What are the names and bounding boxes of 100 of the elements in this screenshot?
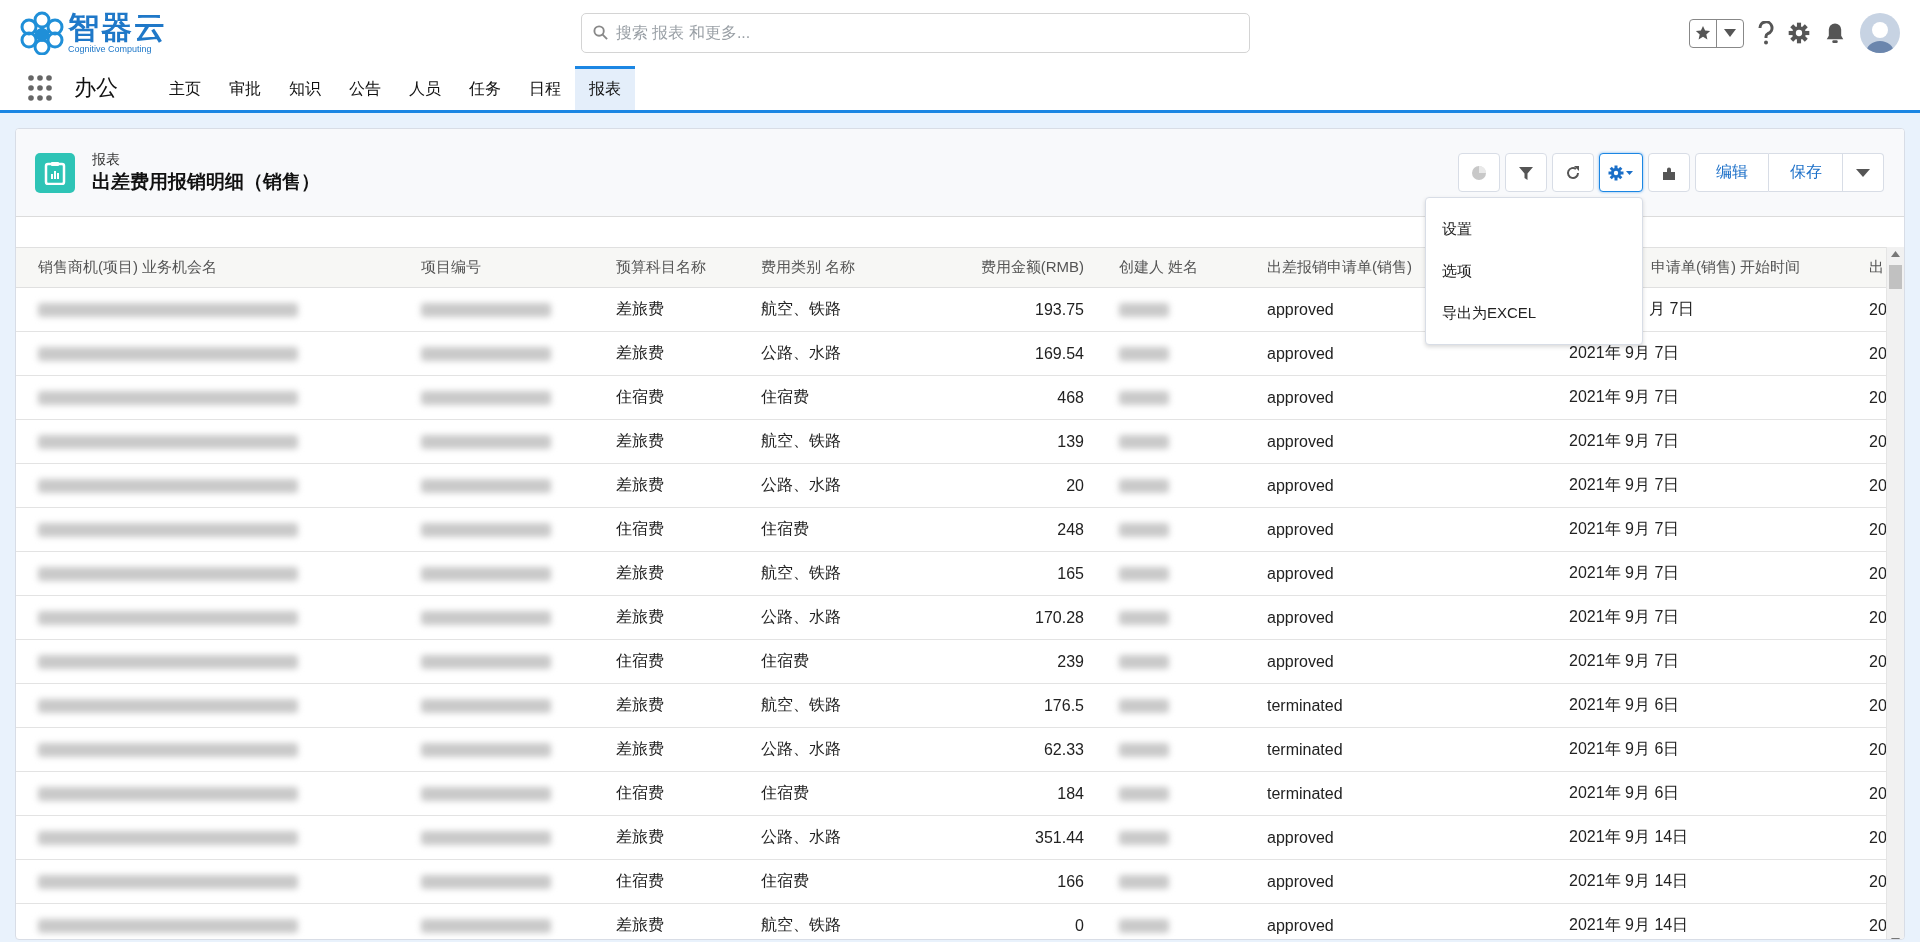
- table-cell-text: approved: [1266, 432, 1334, 451]
- scrollbar-thumb[interactable]: [1889, 265, 1902, 289]
- table-cell-text: 2021年 9月 14日: [1568, 827, 1689, 847]
- filter-button[interactable]: [1505, 153, 1547, 192]
- search-field[interactable]: 搜索 报表 和更多...: [581, 13, 1250, 53]
- blurred-text: [1119, 787, 1169, 802]
- menu-item[interactable]: 导出为EXCEL: [1426, 292, 1642, 334]
- blurred-text: [1119, 523, 1169, 538]
- table-cell-text: 住宿费: [615, 651, 664, 671]
- table-cell-text: approved: [1266, 652, 1334, 671]
- table-cell-text: 公路、水路: [760, 475, 841, 495]
- column-header[interactable]: 费用类别 名称: [739, 247, 883, 288]
- logo-name: 智器云: [68, 11, 167, 44]
- table-cell-text: 2021年 9月 7日: [1568, 563, 1680, 583]
- table-cell-text: approved: [1266, 916, 1334, 935]
- app-launcher-icon[interactable]: [28, 75, 52, 101]
- caret-icon: [1856, 168, 1870, 177]
- table-cell-text: 20: [1868, 696, 1887, 715]
- nav-tab[interactable]: 知识: [275, 66, 335, 110]
- pie-chart-icon: [1471, 164, 1487, 181]
- help-button[interactable]: [1758, 21, 1774, 45]
- table-cell-text: 20: [1868, 300, 1887, 319]
- action-button[interactable]: 编辑: [1695, 153, 1769, 192]
- settings-button[interactable]: [1599, 153, 1643, 192]
- table-cell-text: 公路、水路: [760, 739, 841, 759]
- avatar[interactable]: [1860, 13, 1900, 53]
- nav-tab[interactable]: 审批: [215, 66, 275, 110]
- table-cell-text: 住宿费: [615, 519, 664, 539]
- blurred-text: [1119, 699, 1169, 714]
- table-cell-text: 170.28: [1035, 608, 1085, 627]
- menu-item[interactable]: 设置: [1426, 208, 1642, 250]
- table-cell-text: 住宿费: [760, 651, 809, 671]
- table-cell-text: 差旅费: [615, 739, 664, 759]
- column-header[interactable]: 出: [1847, 247, 1887, 288]
- table-cell-text: 193.75: [1035, 300, 1085, 319]
- nav-tab[interactable]: 报表: [575, 66, 635, 110]
- refresh-button[interactable]: [1552, 153, 1594, 192]
- more-actions-button[interactable]: [1843, 153, 1884, 192]
- favorites-button[interactable]: [1689, 18, 1744, 48]
- table-cell-text: 2021年 9月 7日: [1568, 431, 1680, 451]
- blurred-text: [1119, 303, 1169, 318]
- column-header[interactable]: 销售商机(项目) 业务机会名: [16, 247, 399, 288]
- search-icon: [593, 25, 608, 40]
- column-header[interactable]: 创建人 姓名: [1097, 247, 1245, 288]
- table-cell-text: 248: [1057, 520, 1085, 539]
- caret-icon: [1724, 29, 1736, 37]
- table-cell-text: approved: [1266, 388, 1334, 407]
- table-cell-text: 2021年 9月 7日: [1568, 607, 1680, 627]
- filter-icon: [1518, 164, 1534, 181]
- column-header[interactable]: 项目编号: [399, 247, 594, 288]
- settings-button[interactable]: [1788, 22, 1810, 44]
- table-cell-text: 2021年 9月 6日: [1568, 695, 1680, 715]
- scroll-up-icon[interactable]: [1891, 251, 1900, 257]
- widget-button[interactable]: [1648, 153, 1690, 192]
- table-cell-text: approved: [1266, 828, 1334, 847]
- table-cell-text: 住宿费: [760, 519, 809, 539]
- logo-tagline: Cognitive Computing: [68, 43, 153, 55]
- table-cell-text: 20: [1868, 344, 1887, 363]
- star-icon: [1695, 25, 1711, 41]
- table-cell-text: 139: [1057, 432, 1085, 451]
- table-cell-text: approved: [1266, 520, 1334, 539]
- table-cell-text: 166: [1057, 872, 1085, 891]
- table-cell-text: 20: [1868, 784, 1887, 803]
- table-cell-text: 20: [1868, 872, 1887, 891]
- table-cell-text: 航空、铁路: [760, 695, 841, 715]
- nav-tab[interactable]: 主页: [155, 66, 215, 110]
- table-cell-text: 2021年 9月 7日: [1568, 387, 1680, 407]
- table-cell-text: 2021年 9月 7日: [1568, 475, 1680, 495]
- table-cell-text: 351.44: [1035, 828, 1085, 847]
- scrollbar[interactable]: [1886, 247, 1904, 939]
- table-cell-text: 165: [1057, 564, 1085, 583]
- table-cell-text: terminated: [1266, 696, 1343, 715]
- table-cell-text: 差旅费: [615, 563, 664, 583]
- notifications-button[interactable]: [1824, 22, 1846, 44]
- table-cell-text: 2021年 9月 6日: [1568, 739, 1680, 759]
- table-cell-text: 航空、铁路: [760, 563, 841, 583]
- nav-tab[interactable]: 公告: [335, 66, 395, 110]
- column-header[interactable]: 费用金额(RMB): [883, 247, 1097, 288]
- nav-tab[interactable]: 人员: [395, 66, 455, 110]
- nav-tab[interactable]: 日程: [515, 66, 575, 110]
- nav-tab[interactable]: 任务: [455, 66, 515, 110]
- blurred-text: [1119, 347, 1169, 362]
- table-cell-text: 20: [1066, 476, 1085, 495]
- logo-icon: [20, 11, 64, 55]
- table-cell-text: 住宿费: [760, 387, 809, 407]
- table-cell-text: 公路、水路: [760, 343, 841, 363]
- action-button[interactable]: 保存: [1769, 153, 1843, 192]
- table-cell-text: approved: [1266, 872, 1334, 891]
- table-cell-text: 差旅费: [615, 299, 664, 319]
- blurred-text: [1119, 655, 1169, 670]
- help-icon: [1758, 21, 1774, 45]
- table-cell-text: approved: [1266, 344, 1334, 363]
- table-cell-text: approved: [1266, 564, 1334, 583]
- table-cell-text: 公路、水路: [760, 607, 841, 627]
- table-cell-text: 2021年 9月 7日: [1568, 519, 1680, 539]
- column-header[interactable]: 预算科目名称: [594, 247, 739, 288]
- settings-icon: [1788, 22, 1810, 44]
- table-cell-text: approved: [1266, 300, 1334, 319]
- table-cell-text: terminated: [1266, 740, 1343, 759]
- table-cell-text: 176.5: [1043, 696, 1085, 715]
